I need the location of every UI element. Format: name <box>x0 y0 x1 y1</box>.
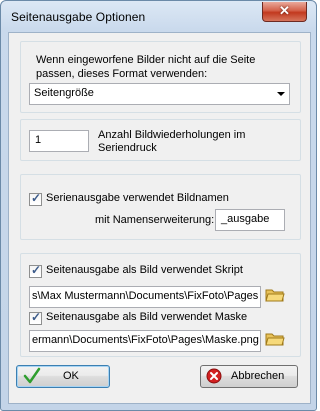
repeat-label-line1: Anzahl Bildwiederholungen im <box>98 129 246 141</box>
chevron-down-icon[interactable] <box>277 92 285 96</box>
repeat-count-input[interactable]: 1 <box>29 130 89 152</box>
serial-checkbox[interactable]: ✓ <box>29 191 42 206</box>
folder-icon[interactable] <box>265 331 285 347</box>
ok-button-label: OK <box>63 370 79 382</box>
check-icon: ✓ <box>31 263 42 277</box>
format-description-line1: Wenn eingeworfene Bilder nicht auf die S… <box>36 54 256 66</box>
extension-value: _ausgabe <box>221 213 270 225</box>
title-bar[interactable]: Seitenausgabe Optionen ✕ <box>1 1 316 31</box>
close-icon: ✕ <box>279 3 290 18</box>
close-button[interactable]: ✕ <box>262 2 307 22</box>
folder-icon[interactable] <box>265 287 285 303</box>
check-icon: ✓ <box>31 191 42 205</box>
format-select-value: Seitengröße <box>34 87 94 99</box>
script-path-value: s\Max Mustermann\Documents\FixFoto\Pages <box>32 290 259 302</box>
red-x-circle-icon <box>206 368 222 384</box>
mask-path-input[interactable]: ermann\Documents\FixFoto\Pages\Maske.png <box>29 330 261 352</box>
format-description-line2: passen, dieses Format verwenden: <box>36 68 208 80</box>
repeat-count-value: 1 <box>35 134 42 146</box>
script-checkbox[interactable]: ✓ <box>29 263 42 278</box>
mask-checkbox[interactable]: ✓ <box>29 310 42 325</box>
mask-path-value: ermann\Documents\FixFoto\Pages\Maske.png <box>32 334 259 346</box>
cancel-button-label: Abbrechen <box>231 370 285 382</box>
script-path-input[interactable]: s\Max Mustermann\Documents\FixFoto\Pages <box>29 286 261 308</box>
cancel-button[interactable]: Abbrechen <box>200 365 298 388</box>
script-label: Seitenausgabe als Bild verwendet Skript <box>46 264 243 276</box>
dialog-window: Seitenausgabe Optionen ✕ Wenn eingeworfe… <box>0 0 317 411</box>
format-select[interactable]: Seitengröße <box>29 83 290 105</box>
check-icon: ✓ <box>31 310 42 324</box>
green-check-icon <box>23 367 41 384</box>
dialog-client-area: Wenn eingeworfene Bilder nicht auf die S… <box>8 32 311 404</box>
ok-button[interactable]: OK <box>16 365 110 388</box>
repeat-label-line2: Seriendruck <box>98 142 157 154</box>
extension-label: mit Namenserweiterung: <box>95 214 215 226</box>
mask-label: Seitenausgabe als Bild verwendet Maske <box>46 311 248 323</box>
serial-label: Serienausgabe verwendet Bildnamen <box>46 192 229 204</box>
extension-input[interactable]: _ausgabe <box>215 209 285 231</box>
window-title: Seitenausgabe Optionen <box>11 10 146 24</box>
